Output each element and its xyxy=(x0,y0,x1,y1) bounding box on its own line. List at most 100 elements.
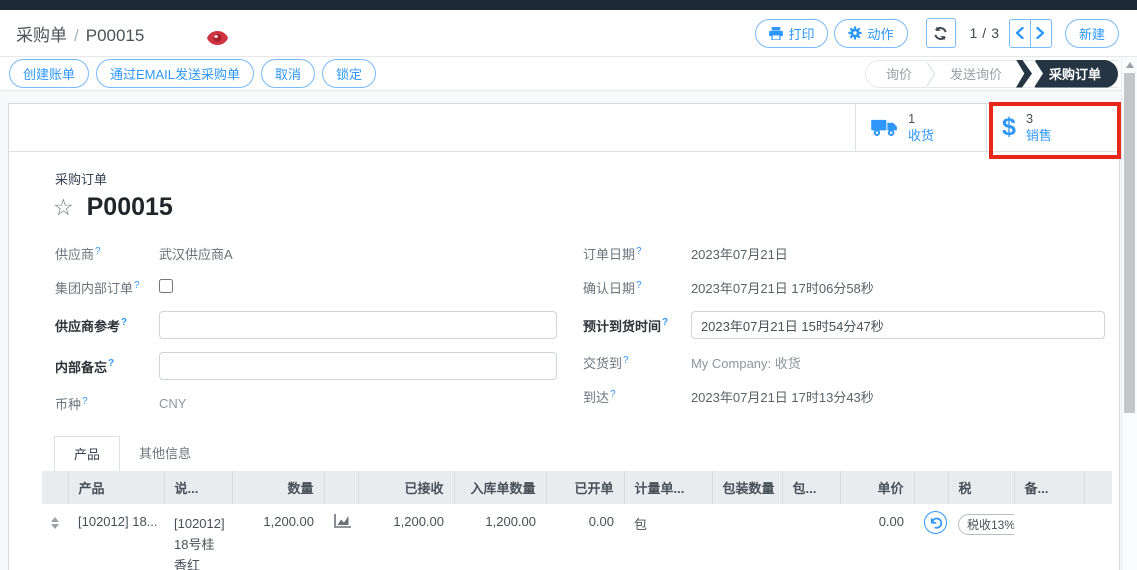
field-confirmation-date: 确认日期? 2023年07月21日 17时06分58秒 xyxy=(583,277,1105,298)
currency-label: 币种 xyxy=(55,397,81,412)
help-icon[interactable]: ? xyxy=(662,317,668,328)
scrollbar-up-arrow[interactable] xyxy=(1122,57,1137,72)
row-quantity[interactable]: 1,200.00 xyxy=(232,504,324,570)
pager-previous-button[interactable] xyxy=(1009,19,1031,48)
col-received[interactable]: 已接收 xyxy=(358,471,454,504)
col-price-reset xyxy=(914,471,948,504)
action-button[interactable]: 动作 xyxy=(834,19,907,48)
col-package-qty[interactable]: 包装数量 xyxy=(712,471,782,504)
row-package[interactable] xyxy=(782,504,840,570)
expected-arrival-label: 预计到货时间 xyxy=(583,319,661,334)
col-description[interactable]: 说... xyxy=(164,471,232,504)
col-product[interactable]: 产品 xyxy=(68,471,164,504)
tax-tag[interactable]: 税收13% xyxy=(958,514,1014,535)
col-forecast xyxy=(324,471,358,504)
row-billed[interactable]: 0.00 xyxy=(546,504,624,570)
lock-button[interactable]: 锁定 xyxy=(322,59,376,88)
tab-other-info[interactable]: 其他信息 xyxy=(120,436,210,471)
cancel-button[interactable]: 取消 xyxy=(261,59,315,88)
field-expected-arrival: 预计到货时间? xyxy=(583,311,1105,339)
arrival-label: 到达 xyxy=(583,390,609,405)
status-step-rfq-sent[interactable]: 发送询价 xyxy=(936,64,1016,83)
deliver-to-label: 交货到 xyxy=(583,356,622,371)
send-by-email-button[interactable]: 通过EMAIL发送采购单 xyxy=(96,59,254,88)
create-new-button[interactable]: 新建 xyxy=(1065,19,1119,48)
breadcrumb: 采购单 / P00015 xyxy=(16,21,144,46)
help-icon[interactable]: ? xyxy=(610,389,616,400)
row-unit-price[interactable]: 0.00 xyxy=(840,504,914,570)
vendor-reference-input[interactable] xyxy=(159,311,557,339)
row-received[interactable]: 1,200.00 xyxy=(358,504,454,570)
vendor-value[interactable]: 武汉供应商A xyxy=(159,244,557,263)
vertical-scrollbar[interactable] xyxy=(1121,57,1137,570)
deliver-to-value: My Company: 收货 xyxy=(691,353,1105,372)
help-icon[interactable]: ? xyxy=(95,246,101,257)
currency-value: CNY xyxy=(159,396,557,411)
row-description[interactable]: [102012] 18号桂香红 xyxy=(164,504,232,570)
help-icon[interactable]: ? xyxy=(108,358,114,369)
eye-icon[interactable] xyxy=(207,31,228,45)
row-tax-cell: 税收13% . xyxy=(948,504,1014,570)
print-button[interactable]: 打印 xyxy=(755,19,828,48)
intercompany-checkbox[interactable] xyxy=(159,279,173,293)
sales-label: 销售 xyxy=(1026,128,1052,144)
pager-next-button[interactable] xyxy=(1030,19,1052,48)
table-row[interactable]: [102012] 18... [102012] 18号桂香红 1,200.00 … xyxy=(42,504,1112,570)
row-picking-qty[interactable]: 1,200.00 xyxy=(454,504,546,570)
help-icon[interactable]: ? xyxy=(636,246,642,257)
form-view: 1 收货 $ 3 销售 采购订单 ☆ P00015 xyxy=(0,103,1137,570)
receipts-count: 1 xyxy=(908,111,934,127)
printer-icon xyxy=(769,27,783,40)
statusbar: 询价 发送询价 采购订单 xyxy=(865,60,1118,88)
pager: 1 / 3 xyxy=(970,25,999,41)
help-icon[interactable]: ? xyxy=(623,355,629,366)
control-panel: 采购单 / P00015 打印 动作 1 / 3 xyxy=(0,10,1137,57)
confirmation-date-value: 2023年07月21日 17时06分58秒 xyxy=(691,278,1105,297)
field-internal-note: 内部备忘? xyxy=(55,352,557,380)
col-tax[interactable]: 税 xyxy=(948,471,1014,504)
row-uom[interactable]: 包 xyxy=(624,504,712,570)
create-bill-button[interactable]: 创建账单 xyxy=(9,59,89,88)
forecast-chart-icon[interactable] xyxy=(334,514,348,528)
undo-price-button[interactable] xyxy=(924,511,947,534)
row-package-qty[interactable] xyxy=(712,504,782,570)
refresh-button[interactable] xyxy=(926,18,956,48)
field-intercompany-order: 集团内部订单? xyxy=(55,277,557,298)
help-icon[interactable]: ? xyxy=(82,396,88,407)
expected-arrival-input[interactable] xyxy=(691,311,1105,339)
status-step-purchase-order[interactable]: 采购订单 xyxy=(1016,60,1118,88)
help-icon[interactable]: ? xyxy=(134,280,140,291)
form-sheet: 1 收货 $ 3 销售 采购订单 ☆ P00015 xyxy=(8,103,1120,570)
col-picking-qty[interactable]: 入库单数量 xyxy=(454,471,546,504)
favorite-star-icon[interactable]: ☆ xyxy=(53,196,74,219)
action-label: 动作 xyxy=(867,24,893,43)
receipts-smart-button[interactable]: 1 收货 xyxy=(855,104,986,151)
col-unit-price[interactable]: 单价 xyxy=(840,471,914,504)
status-step-rfq[interactable]: 询价 xyxy=(872,64,926,83)
help-icon[interactable]: ? xyxy=(121,317,127,328)
field-group-left: 供应商? 武汉供应商A 集团内部订单? 供应商参考? 内部备忘? xyxy=(55,243,557,427)
col-uom[interactable]: 计量单... xyxy=(624,471,712,504)
drag-handle-icon[interactable] xyxy=(52,514,58,529)
breadcrumb-section[interactable]: 采购单 xyxy=(16,21,67,46)
intercompany-label: 集团内部订单 xyxy=(55,281,133,296)
statusbar-row: 创建账单 通过EMAIL发送采购单 取消 锁定 询价 发送询价 采购订单 xyxy=(0,57,1137,91)
col-quantity[interactable]: 数量 xyxy=(232,471,324,504)
status-separator-icon xyxy=(926,61,936,87)
field-currency: 币种? CNY xyxy=(55,393,557,414)
row-note[interactable] xyxy=(1014,504,1084,570)
tab-products[interactable]: 产品 xyxy=(54,436,120,471)
col-billed[interactable]: 已开单 xyxy=(546,471,624,504)
scrollbar-thumb[interactable] xyxy=(1124,73,1135,413)
chevron-right-icon xyxy=(1036,27,1045,39)
row-product[interactable]: [102012] 18... xyxy=(68,504,164,570)
internal-note-input[interactable] xyxy=(159,352,557,380)
row-price-reset-cell xyxy=(914,504,948,570)
sales-smart-button[interactable]: $ 3 销售 xyxy=(986,104,1119,151)
col-package[interactable]: 包... xyxy=(782,471,840,504)
help-icon[interactable]: ? xyxy=(636,280,642,291)
col-note[interactable]: 备... xyxy=(1014,471,1084,504)
pager-current: 1 xyxy=(970,25,978,41)
record-name: P00015 xyxy=(87,193,173,222)
breadcrumb-record: P00015 xyxy=(86,26,145,46)
